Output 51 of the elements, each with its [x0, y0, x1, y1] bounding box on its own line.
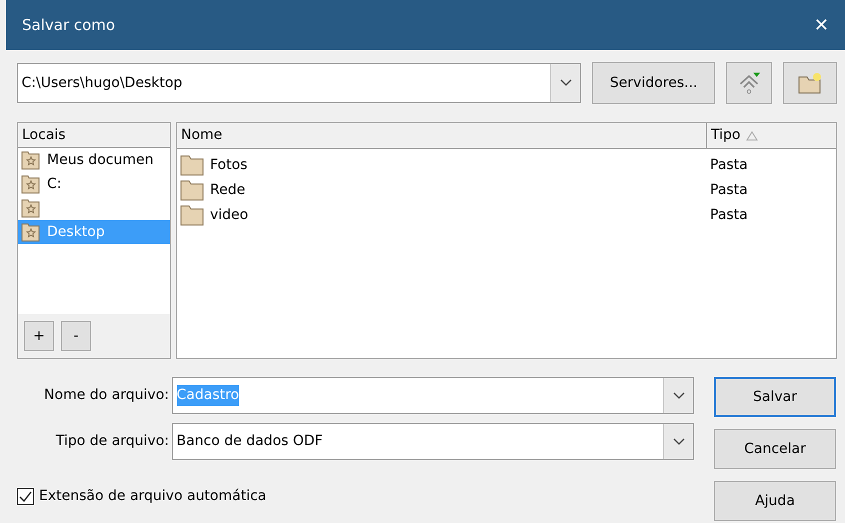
file-type-cell-text: Pasta: [709, 156, 748, 174]
folder-icon: [180, 154, 204, 176]
file-name: Rede: [210, 180, 246, 200]
file-name: Fotos: [210, 156, 248, 174]
window-title: Salvar como: [22, 14, 116, 36]
filetype-text: Banco de dados ODF: [176, 432, 323, 451]
folder-star-icon: [21, 222, 41, 242]
add-place-button[interactable]: +: [24, 321, 54, 351]
filetype-dropdown[interactable]: Banco de dados ODF: [172, 423, 694, 460]
filename-text: Cadastro: [176, 385, 240, 406]
file-type-cell-text: Pasta: [709, 206, 748, 224]
file-name-cell[interactable]: Rede: [177, 179, 708, 201]
up-folder-button[interactable]: [726, 62, 772, 104]
place-item[interactable]: C:: [18, 172, 170, 196]
folder-icon: [180, 179, 204, 201]
folder-star-icon: [21, 150, 41, 170]
folder-star-icon: [21, 174, 41, 194]
remove-place-button[interactable]: -: [61, 321, 91, 351]
checkbox-label: Extensão de arquivo automática: [39, 487, 266, 506]
header-label: Tipo: [711, 126, 740, 145]
dropdown-button[interactable]: [550, 64, 580, 102]
place-label: Meus documen: [47, 150, 154, 170]
file-name: video: [210, 206, 248, 224]
field-label: Nome do arquivo:: [43, 386, 169, 405]
field-label: Tipo de arquivo:: [54, 432, 169, 451]
file-type-cell-text: Pasta: [709, 180, 748, 200]
new-folder-icon: [797, 71, 824, 95]
servers-button[interactable]: Servidores...: [592, 62, 716, 104]
column-header: Locais: [18, 123, 170, 148]
dialog-button[interactable]: Cancelar: [714, 429, 836, 469]
dropdown-button[interactable]: [663, 424, 693, 459]
chevron-down-icon: [672, 392, 684, 400]
folder-star-icon: [21, 198, 41, 218]
dropdown-button[interactable]: [663, 378, 693, 413]
dialog-button[interactable]: Ajuda: [714, 481, 836, 521]
checkbox[interactable]: [17, 488, 34, 505]
place-item[interactable]: Meus documen: [18, 148, 170, 172]
chevron-down-icon: [672, 438, 684, 446]
dialog-button[interactable]: Salvar: [714, 377, 836, 417]
sort-arrow-icon: [746, 130, 758, 140]
file-name-cell[interactable]: video: [177, 204, 708, 226]
header-label: Nome: [181, 126, 222, 145]
folder-icon: [180, 204, 204, 226]
close-button[interactable]: ✕: [814, 12, 829, 38]
new-folder-button[interactable]: [783, 62, 837, 104]
chevron-down-icon: [560, 79, 572, 87]
path-text: C:\Users\hugo\Desktop: [22, 74, 182, 92]
place-label: C:: [47, 174, 62, 194]
path-field[interactable]: C:\Users\hugo\Desktop: [17, 63, 582, 103]
file-name-cell[interactable]: Fotos: [177, 154, 708, 176]
place-label: Desktop: [47, 222, 105, 242]
